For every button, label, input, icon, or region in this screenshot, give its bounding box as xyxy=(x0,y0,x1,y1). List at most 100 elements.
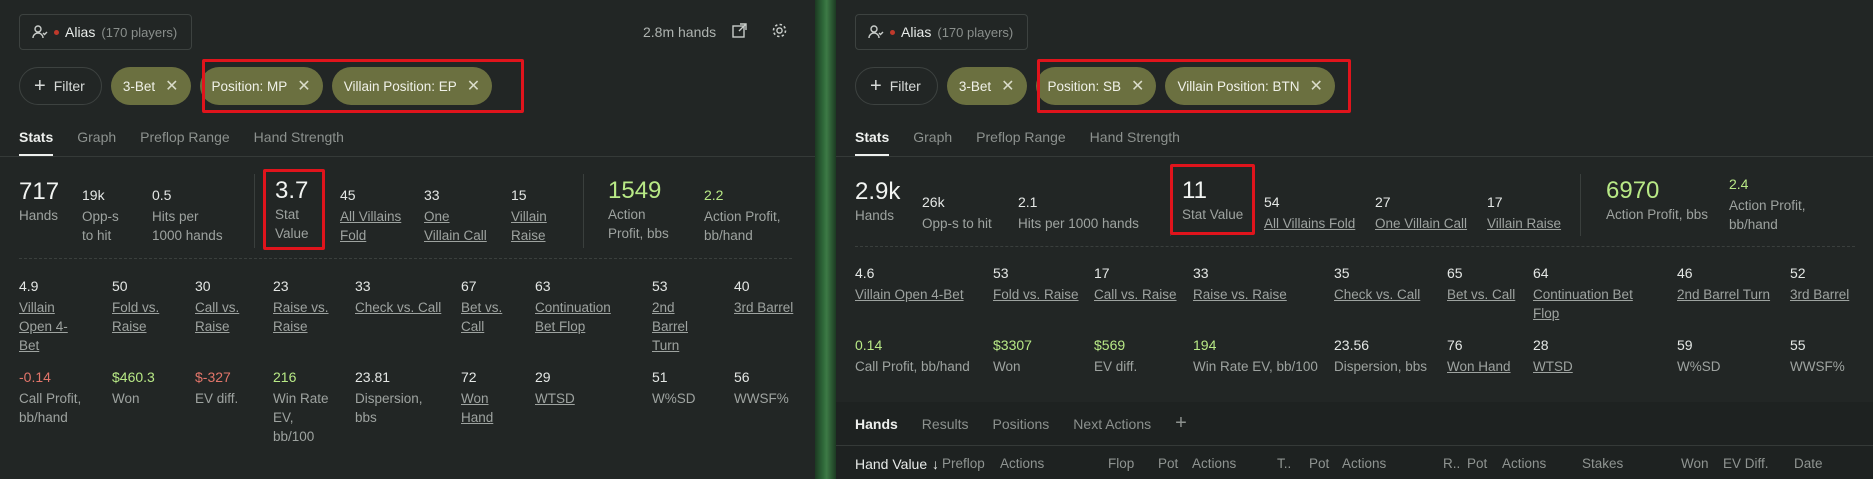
close-icon[interactable]: ✕ xyxy=(467,76,480,96)
tabs-divider xyxy=(0,156,815,157)
filter-chip-villain-position[interactable]: Villain Position: BTN ✕ xyxy=(1165,67,1335,105)
stat-villain-raise[interactable]: 17 Villain Raise xyxy=(1487,194,1561,233)
stat-item[interactable]: 40 3rd Barrel xyxy=(734,278,793,317)
stat-label-line: Won xyxy=(112,391,140,406)
stat-item[interactable]: 64 Continuation Bet Flop xyxy=(1533,265,1633,323)
close-icon[interactable]: ✕ xyxy=(1131,76,1144,96)
tab-preflop-range[interactable]: Preflop Range xyxy=(140,129,230,156)
tab-graph[interactable]: Graph xyxy=(77,129,116,156)
column-header[interactable]: Date xyxy=(1794,456,1823,471)
column-header[interactable]: Actions xyxy=(1000,456,1044,471)
stat-label: Hits per 1000 hands xyxy=(1018,216,1139,231)
filter-chip-position[interactable]: Position: MP ✕ xyxy=(199,67,323,105)
stat-item[interactable]: 17 Call vs. Raise xyxy=(1094,265,1177,304)
stat-item: $3307 Won xyxy=(993,337,1032,376)
close-icon[interactable]: ✕ xyxy=(1310,76,1323,96)
stat-label: Hands xyxy=(855,208,895,223)
stat-label: EV diff. xyxy=(195,389,238,408)
sort-arrow-icon[interactable]: ↓ xyxy=(932,456,939,472)
tab-hand-strength[interactable]: Hand Strength xyxy=(254,129,344,156)
tab-hand-strength[interactable]: Hand Strength xyxy=(1090,129,1180,156)
stat-label: 2nd Barrel Turn xyxy=(652,298,688,355)
stat-value: 0.5 xyxy=(152,187,172,203)
tab-results[interactable]: Results xyxy=(922,416,969,432)
stat-item[interactable]: 65 Bet vs. Call xyxy=(1447,265,1515,304)
column-header[interactable]: Actions xyxy=(1342,456,1386,471)
stat-item[interactable]: 28 WTSD xyxy=(1533,337,1573,376)
add-filter-button[interactable]: + Filter xyxy=(855,67,938,105)
stat-item[interactable]: 72 Won Hand xyxy=(461,369,493,427)
stat-item[interactable]: 53 Fold vs. Raise xyxy=(993,265,1079,304)
column-header[interactable]: Actions xyxy=(1502,456,1546,471)
stat-label: WTSD xyxy=(535,389,575,408)
filter-chip-position[interactable]: Position: SB ✕ xyxy=(1035,67,1157,105)
stat-item[interactable]: 4.6 Villain Open 4-Bet xyxy=(855,265,964,304)
column-header[interactable]: Flop xyxy=(1108,456,1134,471)
stat-label-line: Dispersion, bbs xyxy=(1334,359,1428,374)
stat-item[interactable]: 23 Raise vs. Raise xyxy=(273,278,329,336)
column-header[interactable]: Pot xyxy=(1158,456,1178,471)
tab-hands[interactable]: Hands xyxy=(855,416,898,432)
filter-chip-villain-position[interactable]: Villain Position: EP ✕ xyxy=(331,67,493,105)
close-icon[interactable]: ✕ xyxy=(165,76,178,96)
stat-one-villain-call[interactable]: 27 One Villain Call xyxy=(1375,194,1467,233)
stat-item[interactable]: 35 Check vs. Call xyxy=(1334,265,1420,304)
settings-gear-icon[interactable] xyxy=(771,22,788,39)
dashed-divider xyxy=(19,258,792,259)
stat-label: Action Profit, bbs xyxy=(1606,207,1709,222)
stat-one-villain-call[interactable]: 33 One Villain Call xyxy=(424,187,487,245)
column-header[interactable]: Actions xyxy=(1192,456,1236,471)
stat-label: Fold vs. Raise xyxy=(112,298,159,336)
tab-next-actions[interactable]: Next Actions xyxy=(1073,416,1151,432)
stat-item[interactable]: 46 2nd Barrel Turn xyxy=(1677,265,1770,304)
column-header[interactable]: Won xyxy=(1681,456,1709,471)
column-header[interactable]: R.. xyxy=(1443,456,1460,471)
stat-villain-raise[interactable]: 15 Villain Raise xyxy=(511,187,547,245)
stat-value: 17 xyxy=(1094,265,1110,281)
stat-item[interactable]: 50 Fold vs. Raise xyxy=(112,278,159,336)
filter-chip-3bet[interactable]: 3-Bet ✕ xyxy=(946,67,1027,105)
stat-item[interactable]: 53 2nd Barrel Turn xyxy=(652,278,688,355)
column-header[interactable]: Preflop xyxy=(942,456,985,471)
column-header[interactable]: Stakes xyxy=(1582,456,1623,471)
stat-item: $-327 EV diff. xyxy=(195,369,238,408)
player-selector[interactable]: Alias (170 players) xyxy=(19,14,193,50)
filter-chip-3bet[interactable]: 3-Bet ✕ xyxy=(110,67,191,105)
stat-item[interactable]: 33 Raise vs. Raise xyxy=(1193,265,1287,304)
stat-label: One Villain Call xyxy=(1375,216,1468,231)
column-header[interactable]: Pot xyxy=(1467,456,1487,471)
stat-all-villains-fold[interactable]: 45 All Villains Fold xyxy=(340,187,401,245)
stat-item[interactable]: 76 Won Hand xyxy=(1447,337,1511,376)
column-header-sort[interactable]: Hand Value xyxy=(855,456,927,472)
close-icon[interactable]: ✕ xyxy=(1001,76,1014,96)
tab-preflop-range[interactable]: Preflop Range xyxy=(976,129,1066,156)
stat-value: 2.2 xyxy=(704,187,724,203)
stat-item[interactable]: 4.9 Villain Open 4- Bet xyxy=(19,278,68,355)
stat-item[interactable]: 67 Bet vs. Call xyxy=(461,278,502,336)
tab-graph[interactable]: Graph xyxy=(913,129,952,156)
tab-stats[interactable]: Stats xyxy=(19,129,54,156)
stat-value: 55 xyxy=(1790,337,1806,353)
stat-item[interactable]: 33 Check vs. Call xyxy=(355,278,441,317)
add-tab-plus-icon[interactable]: + xyxy=(1175,412,1187,435)
stat-item[interactable]: 29 WTSD xyxy=(535,369,575,408)
stat-all-villains-fold[interactable]: 54 All Villains Fold xyxy=(1264,194,1355,233)
column-header[interactable]: EV Diff. xyxy=(1723,456,1769,471)
stat-value: 33 xyxy=(424,187,440,203)
stat-label-line: Raise xyxy=(112,319,147,334)
add-filter-button[interactable]: + Filter xyxy=(19,67,102,105)
stat-label: 3rd Barrel xyxy=(1790,285,1849,304)
export-icon[interactable] xyxy=(731,22,748,39)
close-icon[interactable]: ✕ xyxy=(297,76,310,96)
column-header[interactable]: Pot xyxy=(1309,456,1329,471)
column-header[interactable]: T.. xyxy=(1277,456,1291,471)
stat-item[interactable]: 30 Call vs. Raise xyxy=(195,278,239,336)
tab-positions[interactable]: Positions xyxy=(992,416,1049,432)
stat-label: W%SD xyxy=(652,389,696,408)
stat-value: 35 xyxy=(1334,265,1350,281)
tab-stats[interactable]: Stats xyxy=(855,129,890,156)
plus-icon: + xyxy=(34,75,46,97)
player-selector[interactable]: Alias (170 players) xyxy=(855,14,1029,50)
stat-item[interactable]: 52 3rd Barrel xyxy=(1790,265,1849,304)
stat-item[interactable]: 63 Continuation Bet Flop xyxy=(535,278,611,336)
